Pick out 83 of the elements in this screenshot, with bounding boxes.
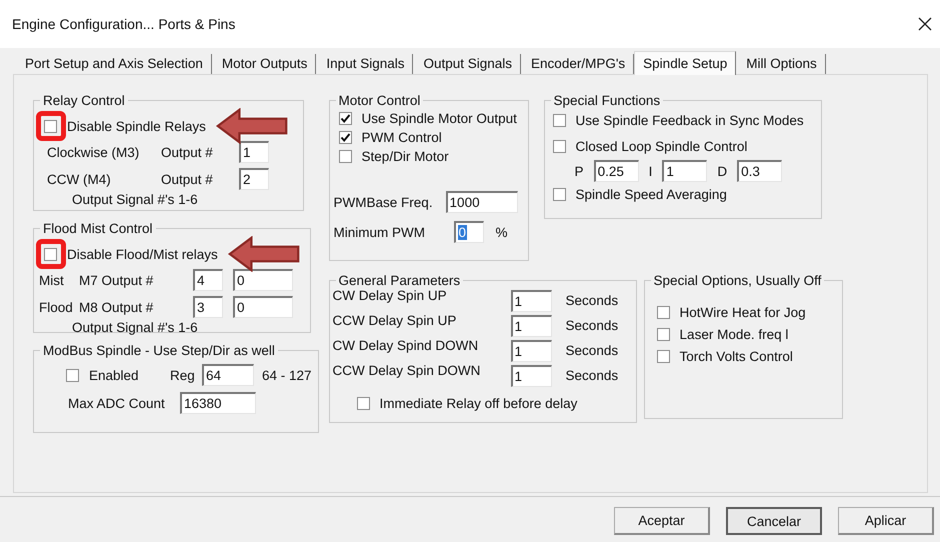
output-name: Mist xyxy=(39,272,65,288)
tab[interactable]: Spindle Setup xyxy=(634,51,736,75)
checkbox[interactable] xyxy=(656,328,670,340)
checkbox[interactable] xyxy=(552,140,566,152)
group-title: General Parameters xyxy=(338,273,462,288)
checkbox-label: Use Spindle Motor Output xyxy=(362,110,517,126)
checkbox-label: Spindle Speed Averaging xyxy=(576,186,727,202)
checkbox-label: Closed Loop Spindle Control xyxy=(576,138,748,154)
delay-label: CCW Delay Spin UP xyxy=(332,313,458,328)
unit-text: Seconds xyxy=(566,293,618,308)
group-title: Relay Control xyxy=(42,93,126,108)
checkbox[interactable] xyxy=(44,248,57,260)
output-label: M8 Output # xyxy=(79,300,154,314)
output-label: Output # xyxy=(161,144,214,160)
note-text: Output Signal #'s 1-6 xyxy=(71,320,199,335)
checkbox[interactable] xyxy=(338,150,352,162)
checkbox[interactable] xyxy=(656,350,670,362)
input-field[interactable]: 16380 xyxy=(180,392,256,414)
checkbox-label: Disable Spindle Relays xyxy=(67,118,206,134)
dialog-button[interactable]: Cancelar xyxy=(726,507,822,535)
output-label: CCW (M4) xyxy=(46,172,112,186)
input-field[interactable]: 0 xyxy=(233,296,293,318)
checkbox-label: Immediate Relay off before delay xyxy=(380,396,578,410)
checkbox-label: Use Spindle Feedback in Sync Modes xyxy=(576,112,804,128)
field-label: PWMBase Freq. xyxy=(334,194,434,210)
input-field[interactable]: 4 xyxy=(193,269,223,291)
delay-label: CCW Delay Spin DOWN xyxy=(332,363,482,378)
input-field[interactable]: 1 xyxy=(510,314,552,336)
dialog-button[interactable]: Aceptar xyxy=(614,507,710,535)
reg-label: Reg xyxy=(170,368,196,382)
pid-label: I xyxy=(648,164,652,178)
output-label: Clockwise (M3) xyxy=(46,144,140,160)
range-text: 64 - 127 xyxy=(262,368,312,382)
group-title: Special Options, Usually Off xyxy=(652,273,822,288)
output-name: Flood xyxy=(39,300,74,314)
delay-label: CW Delay Spind DOWN xyxy=(332,338,480,353)
unit-text: Seconds xyxy=(566,318,618,333)
delay-label: CW Delay Spin UP xyxy=(332,288,448,303)
checkbox-label: HotWire Heat for Jog xyxy=(680,304,806,320)
checkbox-label: Enabled xyxy=(89,368,139,382)
dialog-button[interactable]: Aplicar xyxy=(838,507,934,535)
input-field[interactable]: 0.25 xyxy=(594,160,639,182)
input-field[interactable]: 0 xyxy=(233,269,293,291)
input-field[interactable]: 64 xyxy=(202,364,254,386)
input-field[interactable]: 1 xyxy=(510,364,552,386)
group-title: Flood Mist Control xyxy=(42,221,154,236)
window-title: Engine Configuration... Ports & Pins xyxy=(12,16,236,32)
group-title: Special Functions xyxy=(552,93,662,108)
input-field[interactable]: 0 xyxy=(454,221,484,243)
close-icon[interactable] xyxy=(918,17,932,31)
checkbox-label: Laser Mode. freq l xyxy=(680,326,788,342)
field-label: Minimum PWM xyxy=(334,224,426,240)
output-label: M7 Output # xyxy=(79,272,154,288)
checkbox-label: Step/Dir Motor xyxy=(362,148,449,164)
input-field[interactable]: 3 xyxy=(193,296,223,318)
group-title: ModBus Spindle - Use Step/Dir as well xyxy=(42,343,276,358)
note-text: Output Signal #'s 1-6 xyxy=(71,192,199,207)
checkbox[interactable] xyxy=(338,130,352,144)
pid-label: P xyxy=(574,164,584,178)
input-field[interactable]: 1 xyxy=(662,160,708,182)
checkbox[interactable] xyxy=(338,112,352,124)
input-field[interactable]: 1 xyxy=(239,141,269,163)
checkbox[interactable] xyxy=(552,114,566,126)
input-field[interactable]: 1 xyxy=(510,340,552,362)
checkbox[interactable] xyxy=(656,306,670,318)
unit-text: Seconds xyxy=(566,343,618,358)
checkbox-label: PWM Control xyxy=(362,130,442,144)
input-field[interactable]: 0.3 xyxy=(737,160,782,182)
pid-label: D xyxy=(717,164,728,178)
input-field[interactable]: 1000 xyxy=(446,191,518,213)
input-field[interactable]: 1 xyxy=(510,290,552,312)
max-adc-label: Max ADC Count xyxy=(68,396,166,410)
group-title: Motor Control xyxy=(338,93,422,108)
checkbox[interactable] xyxy=(552,188,566,200)
checkbox[interactable] xyxy=(66,368,79,382)
checkbox-label: Torch Volts Control xyxy=(680,348,793,364)
input-field[interactable]: 2 xyxy=(239,168,269,190)
output-label: Output # xyxy=(161,172,214,186)
checkbox[interactable] xyxy=(44,120,57,132)
checkbox-label: Disable Flood/Mist relays xyxy=(67,246,218,262)
unit-text: % xyxy=(496,224,508,240)
unit-text: Seconds xyxy=(566,368,618,383)
checkbox[interactable] xyxy=(356,396,370,410)
